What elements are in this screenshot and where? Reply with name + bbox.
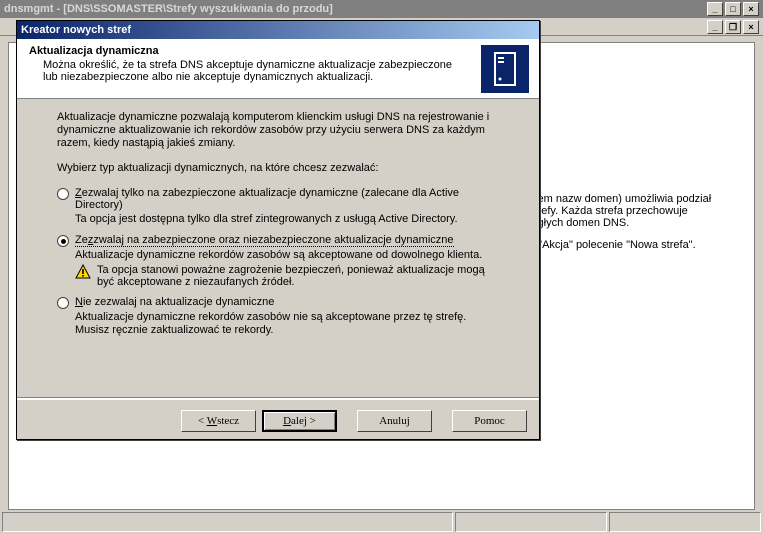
wizard-body: Aktualizacje dynamiczne pozwalają komput… xyxy=(17,99,539,353)
option-no-dynamic-desc: Aktualizacje dynamiczne rekordów zasobów… xyxy=(75,311,499,337)
close-button[interactable]: × xyxy=(743,2,759,16)
security-warning: Ta opcja stanowi poważne zagrożenie bezp… xyxy=(75,264,499,288)
wizard-dialog: Kreator nowych stref Aktualizacja dynami… xyxy=(16,20,540,440)
minimize-button[interactable]: _ xyxy=(707,2,723,16)
main-titlebar: dnsmgmt - [DNS\SSOMASTER\Strefy wyszukiw… xyxy=(0,0,763,18)
radio-icon xyxy=(57,188,69,200)
mdi-restore-button[interactable]: ❐ xyxy=(725,20,741,34)
wizard-header-title: Aktualizacja dynamiczna xyxy=(29,45,527,57)
help-button[interactable]: Pomoc xyxy=(452,410,527,432)
mdi-close-button[interactable]: × xyxy=(743,20,759,34)
intro-paragraph: Aktualizacje dynamiczne pozwalają komput… xyxy=(57,111,499,150)
maximize-button[interactable]: □ xyxy=(725,2,741,16)
option-secure-only[interactable]: Zezwalaj tylko na zabezpieczone aktualiz… xyxy=(57,187,499,211)
option-label: Zezwalaj tylko na zabezpieczone aktualiz… xyxy=(75,187,499,211)
wizard-titlebar[interactable]: Kreator nowych stref xyxy=(17,21,539,39)
wizard-footer: < Wstecz Dalej > Anuluj Pomoc xyxy=(17,399,539,431)
background-info-text: stem nazw domen) umożliwia podział stref… xyxy=(529,193,746,251)
option-label: Zezzwalaj na zabezpieczone oraz niezabez… xyxy=(75,234,454,247)
mdi-minimize-button[interactable]: _ xyxy=(707,20,723,34)
radio-icon xyxy=(57,235,69,247)
statusbar xyxy=(2,512,761,532)
radio-icon xyxy=(57,297,69,309)
option-secure-only-desc: Ta opcja jest dostępna tylko dla stref z… xyxy=(75,213,499,226)
wizard-header-subtitle: Można określić, że ta strefa DNS akceptu… xyxy=(43,59,527,83)
back-button[interactable]: < Wstecz xyxy=(181,410,256,432)
main-title-text: dnsmgmt - [DNS\SSOMASTER\Strefy wyszukiw… xyxy=(4,0,707,18)
server-icon xyxy=(481,45,529,93)
next-button[interactable]: Dalej > xyxy=(262,410,337,432)
option-nonsecure-desc: Aktualizacje dynamiczne rekordów zasobów… xyxy=(75,249,499,262)
wizard-header: Aktualizacja dynamiczna Można określić, … xyxy=(17,39,539,99)
cancel-button[interactable]: Anuluj xyxy=(357,410,432,432)
option-label: Nie zezwalaj na aktualizacje dynamiczne xyxy=(75,296,274,308)
prompt-paragraph: Wybierz typ aktualizacji dynamicznych, n… xyxy=(57,162,499,175)
option-nonsecure-and-secure[interactable]: Zezzwalaj na zabezpieczone oraz niezabez… xyxy=(57,234,499,247)
option-no-dynamic[interactable]: Nie zezwalaj na aktualizacje dynamiczne xyxy=(57,296,499,309)
warning-text: Ta opcja stanowi poważne zagrożenie bezp… xyxy=(97,264,499,288)
warning-icon xyxy=(75,264,91,280)
